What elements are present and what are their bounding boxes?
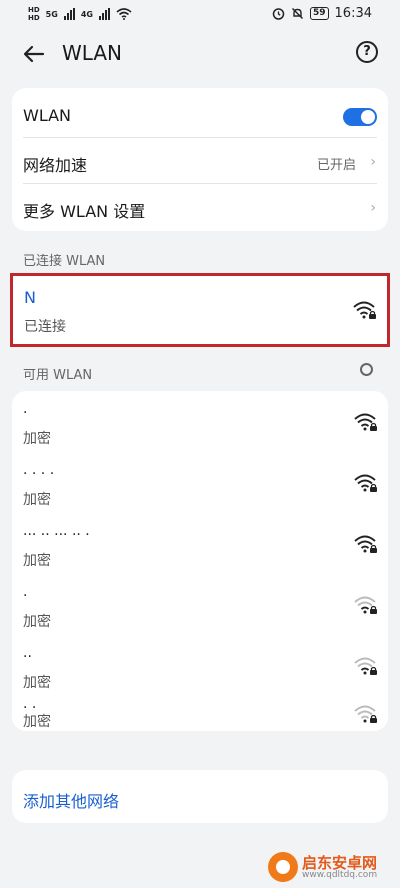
arrow-left-icon	[23, 45, 45, 63]
status-left: HD HD 5G 4G	[28, 6, 132, 22]
network-name: ·	[23, 588, 28, 604]
wifi-lock-icon	[354, 474, 377, 492]
connected-section-label: 已连接 WLAN	[23, 254, 106, 269]
add-other-network-link[interactable]: 添加其他网络	[23, 788, 119, 812]
status-bar: HD HD 5G 4G 59 16:34	[0, 0, 400, 30]
network-list-item[interactable]: · 加密	[12, 574, 388, 635]
wifi-weak-lock-icon	[354, 657, 377, 675]
hd-bottom-label: HD	[28, 14, 40, 22]
alarm-icon	[272, 8, 285, 20]
available-networks-card: · 加密 · · · · 加密 ··· ·· ··· ·· · 加密 · 加密 …	[12, 391, 388, 731]
more-wlan-settings-label: 更多 WLAN 设置	[23, 202, 146, 221]
toggle-knob	[361, 110, 375, 124]
network-list-item[interactable]: · · · · 加密	[12, 452, 388, 513]
wifi-lock-icon	[353, 301, 376, 319]
network-list-item[interactable]: · 加密	[12, 391, 388, 452]
available-section-label: 可用 WLAN	[23, 368, 93, 383]
wifi-status-icon	[116, 8, 132, 20]
page-title: WLAN	[62, 41, 123, 65]
network-name: · · · ·	[23, 466, 55, 482]
watermark: 启东安卓网 www.qdltdq.com	[268, 852, 392, 882]
sig2-label: 4G	[80, 9, 93, 19]
wifi-weak-lock-icon	[354, 705, 377, 723]
sig1-label: 5G	[45, 9, 58, 19]
chevron-right-icon: ›	[370, 154, 376, 170]
connected-network-status: 已连接	[24, 319, 66, 335]
hd-indicator: HD HD	[28, 6, 40, 22]
network-acceleration-label: 网络加速	[23, 156, 88, 175]
network-security: 加密	[23, 614, 51, 630]
wlan-toggle-label: WLAN	[23, 106, 72, 125]
hd-top-label: HD	[28, 6, 40, 14]
scanning-icon	[360, 363, 373, 376]
wifi-lock-icon	[354, 413, 377, 431]
wifi-weak-lock-icon	[354, 596, 377, 614]
battery-icon: 59	[310, 7, 329, 20]
back-button[interactable]	[20, 40, 48, 68]
status-right: 59 16:34	[272, 6, 372, 21]
status-time: 16:34	[334, 6, 372, 21]
network-name: ·	[23, 405, 28, 421]
network-acceleration-row[interactable]: 网络加速 已开启 ›	[12, 138, 388, 184]
mute-icon	[292, 8, 303, 19]
network-name: ··· ·· ··· ·· ·	[23, 527, 90, 543]
connected-network-name: N	[24, 288, 36, 307]
network-security: 加密	[23, 492, 51, 508]
add-network-card[interactable]: 添加其他网络	[12, 770, 388, 823]
network-security: 加密	[23, 553, 51, 569]
chevron-right-icon: ›	[370, 200, 376, 216]
wlan-toggle-row[interactable]: WLAN	[12, 92, 388, 138]
more-wlan-settings-row[interactable]: 更多 WLAN 设置 ›	[12, 184, 388, 230]
network-security: 加密	[23, 714, 51, 730]
network-list-item[interactable]: ·· 加密	[12, 635, 388, 696]
help-button[interactable]: ?	[356, 41, 378, 63]
signal-icon-2	[98, 8, 110, 20]
wifi-lock-icon	[354, 535, 377, 553]
settings-card: WLAN 网络加速 已开启 › 更多 WLAN 设置 ›	[12, 88, 388, 231]
wlan-toggle-switch[interactable]	[343, 108, 377, 126]
network-security: 加密	[23, 431, 51, 447]
watermark-logo-icon	[268, 852, 298, 882]
network-list-item[interactable]: ··· ·· ··· ·· · 加密	[12, 513, 388, 574]
network-list-item[interactable]: · · 加密	[12, 696, 388, 731]
network-security: 加密	[23, 675, 51, 691]
connected-network-item[interactable]: N 已连接	[10, 273, 390, 347]
network-acceleration-value: 已开启	[316, 158, 356, 173]
page-header: WLAN ?	[0, 30, 400, 78]
watermark-url: www.qdltdq.com	[302, 870, 378, 880]
signal-icon-1	[63, 8, 75, 20]
network-name: ··	[23, 649, 32, 665]
